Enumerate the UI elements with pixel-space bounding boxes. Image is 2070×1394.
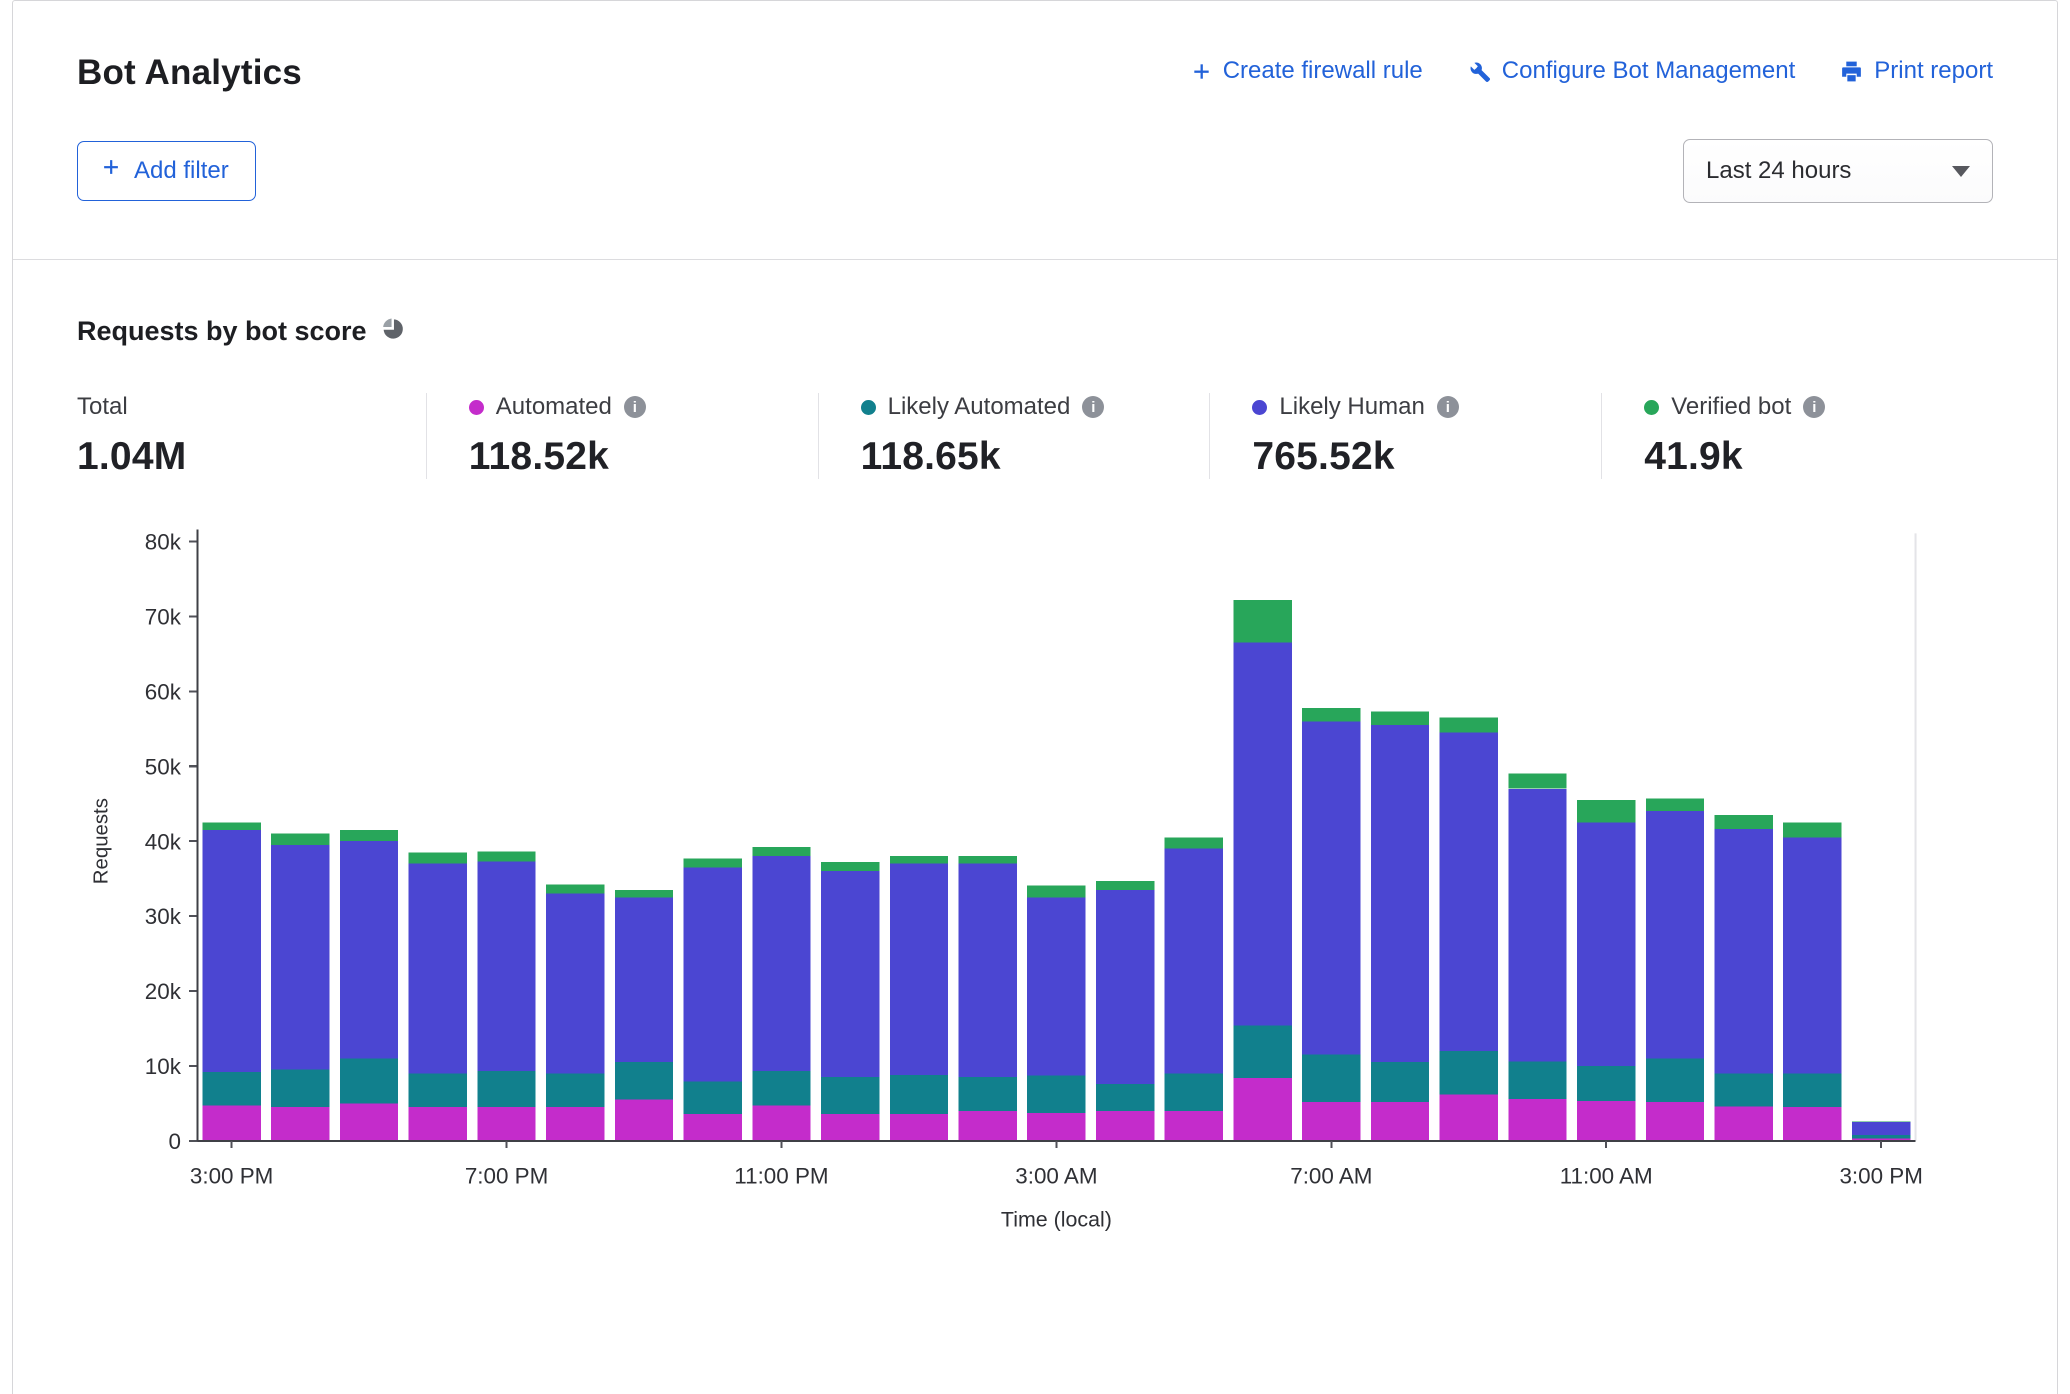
svg-text:Time (local): Time (local) [1001, 1207, 1112, 1231]
likely-human-legend-dot [1252, 400, 1267, 415]
stat-likely-human: Likely Human i 765.52k [1209, 393, 1601, 479]
stat-automated: Automated i 118.52k [426, 393, 818, 479]
stat-total: Total 1.04M [77, 393, 426, 479]
create-firewall-rule-label: Create firewall rule [1223, 57, 1423, 85]
info-icon[interactable]: i [1803, 396, 1825, 418]
content-section: Requests by bot score Total 1.04M Automa… [13, 260, 2057, 1244]
automated-legend-dot [469, 400, 484, 415]
info-icon[interactable]: i [624, 396, 646, 418]
bot-analytics-card: Bot Analytics Create firewall rule Confi… [12, 0, 2058, 1394]
info-icon[interactable]: i [1082, 396, 1104, 418]
add-filter-label: Add filter [134, 157, 229, 185]
add-filter-button[interactable]: Add filter [77, 141, 256, 201]
svg-text:7:00 PM: 7:00 PM [465, 1164, 548, 1189]
print-report-label: Print report [1874, 57, 1993, 85]
svg-text:80k: 80k [145, 530, 182, 555]
stat-total-value: 1.04M [77, 435, 406, 479]
print-report-link[interactable]: Print report [1839, 57, 1993, 85]
plus-icon [100, 156, 122, 185]
configure-bot-management-label: Configure Bot Management [1502, 57, 1796, 85]
stats-row: Total 1.04M Automated i 118.52k Likely A… [77, 393, 1993, 479]
svg-text:30k: 30k [145, 904, 182, 929]
svg-text:3:00 AM: 3:00 AM [1015, 1164, 1097, 1189]
stat-automated-label: Automated [496, 393, 612, 421]
svg-text:Requests: Requests [91, 798, 113, 884]
stat-likely-automated: Likely Automated i 118.65k [818, 393, 1210, 479]
svg-text:20k: 20k [145, 979, 182, 1004]
svg-text:11:00 PM: 11:00 PM [734, 1164, 828, 1189]
chevron-down-icon [1952, 166, 1970, 177]
requests-chart[interactable]: 0 10k 20k 30k 40k 50k 60k 70k 80k 3:00 PM 7:00 PM 1… [77, 513, 1993, 1244]
stat-verified-bot-value: 41.9k [1644, 435, 1973, 479]
stat-automated-value: 118.52k [469, 435, 798, 479]
section-title: Requests by bot score [77, 316, 367, 347]
create-firewall-rule-link[interactable]: Create firewall rule [1190, 57, 1423, 85]
svg-text:3:00 PM: 3:00 PM [1839, 1164, 1922, 1189]
header-section: Bot Analytics Create firewall rule Confi… [13, 1, 2057, 260]
stat-verified-bot: Verified bot i 41.9k [1601, 393, 1993, 479]
stat-likely-automated-value: 118.65k [861, 435, 1190, 479]
svg-text:7:00 AM: 7:00 AM [1290, 1164, 1372, 1189]
stat-likely-human-value: 765.52k [1252, 435, 1581, 479]
stat-total-label: Total [77, 393, 128, 421]
svg-text:10k: 10k [145, 1054, 182, 1079]
info-icon[interactable]: i [1437, 396, 1459, 418]
time-range-value: Last 24 hours [1706, 157, 1851, 185]
svg-text:40k: 40k [145, 829, 182, 854]
pie-chart-icon [381, 317, 405, 346]
svg-text:60k: 60k [145, 680, 182, 705]
likely-automated-legend-dot [861, 400, 876, 415]
svg-text:3:00 PM: 3:00 PM [190, 1164, 273, 1189]
stat-likely-automated-label: Likely Automated [888, 393, 1071, 421]
printer-icon [1839, 59, 1864, 84]
svg-text:0: 0 [168, 1129, 180, 1154]
stat-likely-human-label: Likely Human [1279, 393, 1424, 421]
svg-text:70k: 70k [145, 605, 182, 630]
svg-text:11:00 AM: 11:00 AM [1560, 1164, 1653, 1189]
configure-bot-management-link[interactable]: Configure Bot Management [1467, 57, 1796, 85]
page-title: Bot Analytics [77, 53, 302, 93]
plus-icon [1190, 60, 1213, 83]
wrench-icon [1467, 59, 1492, 84]
svg-text:50k: 50k [145, 754, 182, 779]
time-range-select[interactable]: Last 24 hours [1683, 139, 1993, 203]
header-actions: Create firewall rule Configure Bot Manag… [1190, 53, 1993, 85]
stat-verified-bot-label: Verified bot [1671, 393, 1791, 421]
verified-bot-legend-dot [1644, 400, 1659, 415]
